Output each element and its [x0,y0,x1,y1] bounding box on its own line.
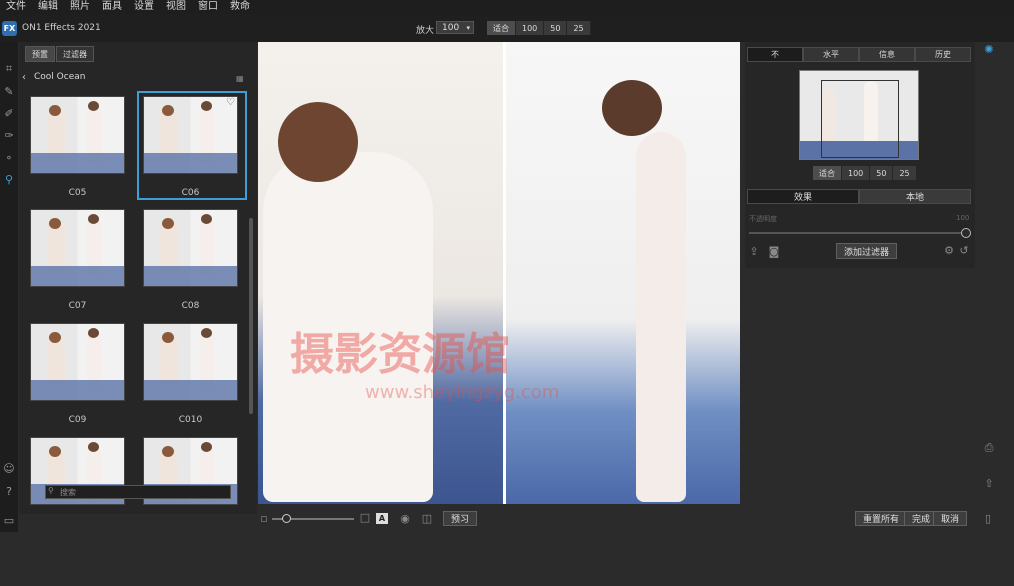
preset-label: C08 [181,301,200,311]
effect-tabs: 效果 本地 [747,189,971,204]
crop-icon[interactable]: ⌗ [2,62,16,76]
menu-mask[interactable]: 面具 [96,0,128,14]
preset-thumbnail[interactable] [143,209,238,287]
effects-module-icon[interactable]: ✺ [982,42,996,56]
print-icon[interactable]: ⎙ [982,441,996,455]
tab-filters[interactable]: 过滤器 [56,46,94,62]
after-image [506,42,740,504]
opacity-label: 不透明度 [749,215,777,223]
preset-thumbnail[interactable] [143,323,238,401]
nav-100-button[interactable]: 100 [842,166,871,180]
tab-local[interactable]: 本地 [859,189,971,204]
nav-fit-button[interactable]: 适合 [813,166,842,180]
app-logo: FX [2,21,17,36]
camera-icon[interactable]: ◙ [768,245,780,258]
shapes-icon[interactable]: ∘ [2,150,16,164]
preset-thumbnail[interactable] [30,209,125,287]
stack-icon[interactable]: ⇪ [748,245,760,258]
opacity-value: 100 [956,214,970,222]
preset-label: C07 [68,301,87,311]
zoom-fit-segment: 适合 100 50 25 [487,21,591,35]
tab-effects[interactable]: 效果 [747,189,859,204]
view-mode-history[interactable]: 历史 [915,47,971,62]
nav-25-button[interactable]: 25 [893,166,917,180]
view-mode-horizontal[interactable]: 水平 [803,47,859,62]
auto-button[interactable]: A [376,513,388,524]
watermark-url: www.sheyingzyg.com [365,382,560,403]
preset-scrollbar[interactable] [249,218,253,414]
zoom-25-button[interactable]: 25 [567,21,591,35]
view-mode-segment: 不 水平 信息 历史 [747,47,971,62]
watermark-text: 摄影资源馆 [290,329,510,380]
chevron-down-icon: ▾ [466,23,470,32]
right-panel-toggle-icon[interactable]: ▯ [982,512,994,525]
gear-icon[interactable]: ⚙ [944,244,954,257]
navigator-zoom-segment: 适合 100 50 25 [813,166,917,180]
zoom-value: 100 [442,22,460,33]
app-title: ON1 Effects 2021 [22,23,101,33]
mask-view-icon[interactable]: ◉ [399,512,411,525]
category-title: Cool Ocean [34,72,86,82]
opacity-slider-knob[interactable] [961,228,971,238]
zoom-in-icon[interactable]: □ [360,511,370,524]
preset-label: C010 [178,415,203,425]
favorite-heart-icon[interactable]: ♡ [226,97,235,108]
preset-label: C09 [68,415,87,425]
menu-photo[interactable]: 照片 [64,0,96,14]
retouch-icon[interactable]: ✑ [2,128,16,142]
zoom-50-button[interactable]: 50 [544,21,568,35]
zoom-select[interactable]: 100 ▾ [436,21,474,34]
view-mode-none[interactable]: 不 [747,47,803,62]
preset-thumbnail[interactable] [30,323,125,401]
menu-file[interactable]: 文件 [0,0,32,14]
undo-icon[interactable]: ↺ [959,244,969,257]
preset-thumbnail[interactable] [30,96,125,174]
menu-help[interactable]: 救命 [224,0,256,14]
menu-edit[interactable]: 编辑 [32,0,64,14]
user-icon[interactable]: ☺ [2,461,16,475]
menu-window[interactable]: 窗口 [192,0,224,14]
navigator-viewport-box[interactable] [821,80,899,158]
before-image [258,42,503,504]
tab-presets[interactable]: 预置 [25,46,55,62]
help-icon[interactable]: ? [2,484,16,498]
zoom-slider-knob[interactable] [282,514,291,523]
zoom-tool-icon[interactable]: ⚲ [2,172,16,186]
add-filter-button[interactable]: 添加过滤器 [836,243,898,259]
compare-icon[interactable]: ◫ [421,512,433,525]
back-chevron-icon[interactable]: ‹ [22,72,26,83]
nav-50-button[interactable]: 50 [870,166,894,180]
menu-view[interactable]: 视图 [160,0,192,14]
cancel-button[interactable]: 取消 [933,511,968,526]
zoom-fit-button[interactable]: 适合 [487,21,516,35]
preset-search-input[interactable]: 搜索 [45,485,231,499]
preview-button[interactable]: 预习 [443,511,478,526]
zoom-label: 放大 [416,26,435,36]
reset-all-button[interactable]: 重置所有 [855,511,908,526]
zoom-out-icon[interactable]: ▫ [260,512,268,525]
menu-bar: 文件 编辑 照片 面具 设置 视图 窗口 救命 [0,0,1014,14]
brush-icon[interactable]: ✎ [2,84,16,98]
opacity-slider[interactable] [749,232,965,234]
view-mode-info[interactable]: 信息 [859,47,915,62]
grid-view-icon[interactable]: ▦ [236,74,244,83]
share-icon[interactable]: ⇧ [982,476,996,490]
mask-brush-icon[interactable]: ✐ [2,106,16,120]
search-icon: ⚲ [48,486,54,495]
panel-toggle-icon[interactable]: ▭ [2,513,16,527]
menu-settings[interactable]: 设置 [128,0,160,14]
preset-label: C05 [68,188,87,198]
zoom-100-button[interactable]: 100 [516,21,545,35]
